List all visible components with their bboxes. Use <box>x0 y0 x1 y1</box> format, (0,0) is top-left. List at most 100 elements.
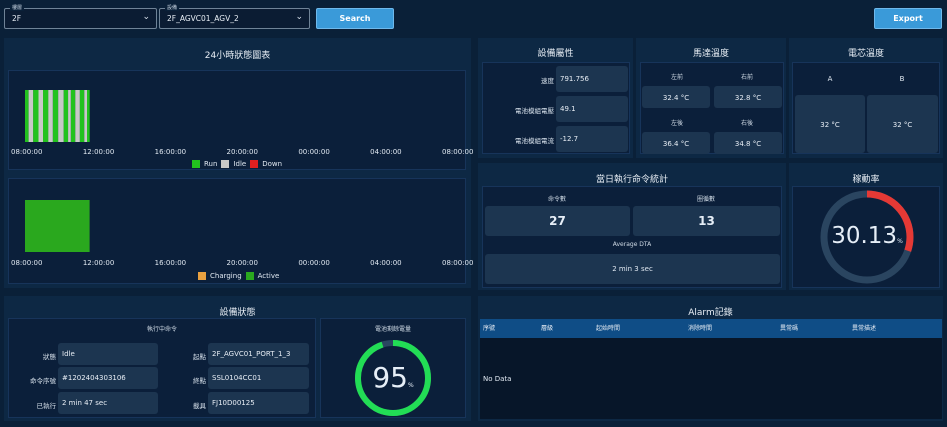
speed-label: 速度 <box>541 77 554 85</box>
to-value: SSL0104CC01 <box>212 374 262 382</box>
x-tick-label: 00:00:00 <box>298 259 330 267</box>
span-run-2 <box>43 90 49 142</box>
device-select-label: 設備 <box>165 4 180 11</box>
device-select-value: 2F_AGVC01_AGV_2 <box>167 14 239 23</box>
cell-a-value: 32 °C <box>820 121 840 129</box>
utilization-unit: % <box>897 238 903 245</box>
alarm-col-seq: 序號 <box>483 325 496 332</box>
current-label: 電池模組電流 <box>515 137 554 145</box>
legend-idle: Idle <box>233 160 247 168</box>
command-count-value: 27 <box>549 214 566 228</box>
alarm-table-header: 序號 層級 起始時間 消除時間 異常碼 異常描述 <box>480 319 942 338</box>
floor-select[interactable]: 樓層 2F ⌄ <box>4 4 157 29</box>
utilization-title: 稼動率 <box>852 175 880 185</box>
alarm-col-code: 異常碼 <box>780 325 799 332</box>
motor-fr-label: 右前 <box>740 74 753 81</box>
motor-rr-label: 右後 <box>740 120 753 127</box>
span-idle-2 <box>48 90 53 142</box>
alarm-col-clear: 消除時間 <box>688 325 713 332</box>
span-run-5 <box>70 90 76 142</box>
running-command-title: 執行中命令 <box>146 326 177 333</box>
utilization-readout: 30.13% <box>819 223 915 249</box>
utilization-value: 30.13 <box>831 223 898 249</box>
x-tick-label: 00:00:00 <box>298 148 330 156</box>
motor-rl-value: 36.4 °C <box>662 140 690 148</box>
motor-title: 馬達溫度 <box>692 49 729 59</box>
voltage-value: 49.1 <box>560 105 576 113</box>
export-button[interactable]: Export <box>874 8 942 29</box>
legend-swatch-idle <box>221 160 230 168</box>
battery-value: 95 <box>372 361 408 394</box>
floor-select-label: 樓層 <box>10 4 25 11</box>
chart24-title: 24小時狀態圖表 <box>204 51 271 61</box>
cell-title: 電芯溫度 <box>847 49 884 59</box>
x-tick-label: 12:00:00 <box>82 148 115 156</box>
motor-fl-value: 32.4 °C <box>662 94 690 102</box>
to-label: 終點 <box>193 377 206 385</box>
alarm-empty-text: No Data <box>483 375 512 383</box>
charge-timeline-chart <box>25 200 90 252</box>
status-title: 設備狀態 <box>219 308 256 318</box>
cell-b-label: B <box>899 75 905 83</box>
span-idle-0 <box>28 90 34 142</box>
x-tick-label: 08:00:00 <box>442 148 474 156</box>
chevron-down-icon: ⌄ <box>142 12 150 22</box>
x-tick-label: 20:00:00 <box>226 148 258 156</box>
motor-rl-label: 左後 <box>670 120 683 127</box>
alarm-col-desc: 異常描述 <box>852 325 877 332</box>
executed-label: 已執行 <box>36 402 57 410</box>
legend-active: Active <box>257 272 280 280</box>
span-idle-1 <box>38 90 43 142</box>
x-tick-label: 08:00:00 <box>442 259 474 267</box>
span-active-0 <box>25 200 90 252</box>
battery-readout: 95% <box>353 361 433 394</box>
chevron-down-icon: ⌄ <box>295 12 303 22</box>
span-run-4 <box>63 90 69 142</box>
x-tick-label: 04:00:00 <box>370 259 402 267</box>
span-run-6 <box>79 90 85 142</box>
attributes-title: 設備屬性 <box>537 49 574 59</box>
span-run-0 <box>25 90 29 142</box>
legend-swatch-charging <box>198 272 206 280</box>
state-value: Idle <box>62 350 75 358</box>
x-tick-label: 08:00:00 <box>11 259 43 267</box>
cell-a-label: A <box>827 75 833 83</box>
from-label: 起點 <box>193 353 206 361</box>
span-run-1 <box>33 90 39 142</box>
x-tick-label: 12:00:00 <box>82 259 115 267</box>
alarm-title: Alarm記錄 <box>688 308 733 318</box>
device-select[interactable]: 設備 2F_AGVC01_AGV_2 ⌄ <box>159 4 310 29</box>
alarm-table: 序號 層級 起始時間 消除時間 異常碼 異常描述 No Data <box>480 319 942 419</box>
legend-run: Run <box>204 160 218 168</box>
loop-count-label: 圈循數 <box>696 196 715 203</box>
motor-rr-value: 34.8 °C <box>734 140 762 148</box>
carrier-value: FJ10D00125 <box>212 399 255 407</box>
cell-b-value: 32 °C <box>892 121 913 129</box>
span-idle-5 <box>75 90 80 142</box>
motor-fr-value: 32.8 °C <box>734 94 762 102</box>
carrier-label: 載具 <box>193 402 206 410</box>
legend-swatch-active <box>245 272 254 280</box>
floor-select-value: 2F <box>12 14 22 23</box>
span-run-7 <box>87 90 90 142</box>
span-idle-3 <box>58 90 64 142</box>
current-value: -12.7 <box>560 135 579 143</box>
alarm-col-level: 層級 <box>541 325 554 332</box>
loop-count-value: 13 <box>698 214 715 228</box>
x-tick-label: 20:00:00 <box>226 259 258 267</box>
x-tick-label: 08:00:00 <box>11 148 43 156</box>
status-chart-legend: Run Idle Down <box>192 160 282 168</box>
x-tick-label: 16:00:00 <box>154 259 187 267</box>
average-dta-label: Average DTA <box>612 241 652 248</box>
legend-swatch-run <box>192 160 200 168</box>
battery-title: 電池剩餘電量 <box>374 326 411 333</box>
from-value: 2F_AGVC01_PORT_1_3 <box>212 350 291 358</box>
voltage-label: 電池模組電壓 <box>515 107 554 115</box>
average-dta-value: 2 min 3 sec <box>612 265 653 273</box>
legend-charging: Charging <box>210 272 242 280</box>
span-idle-6 <box>84 90 87 142</box>
speed-value: 791.756 <box>560 75 589 83</box>
x-tick-label: 04:00:00 <box>370 148 402 156</box>
search-button[interactable]: Search <box>316 8 394 29</box>
battery-unit: % <box>407 382 414 389</box>
